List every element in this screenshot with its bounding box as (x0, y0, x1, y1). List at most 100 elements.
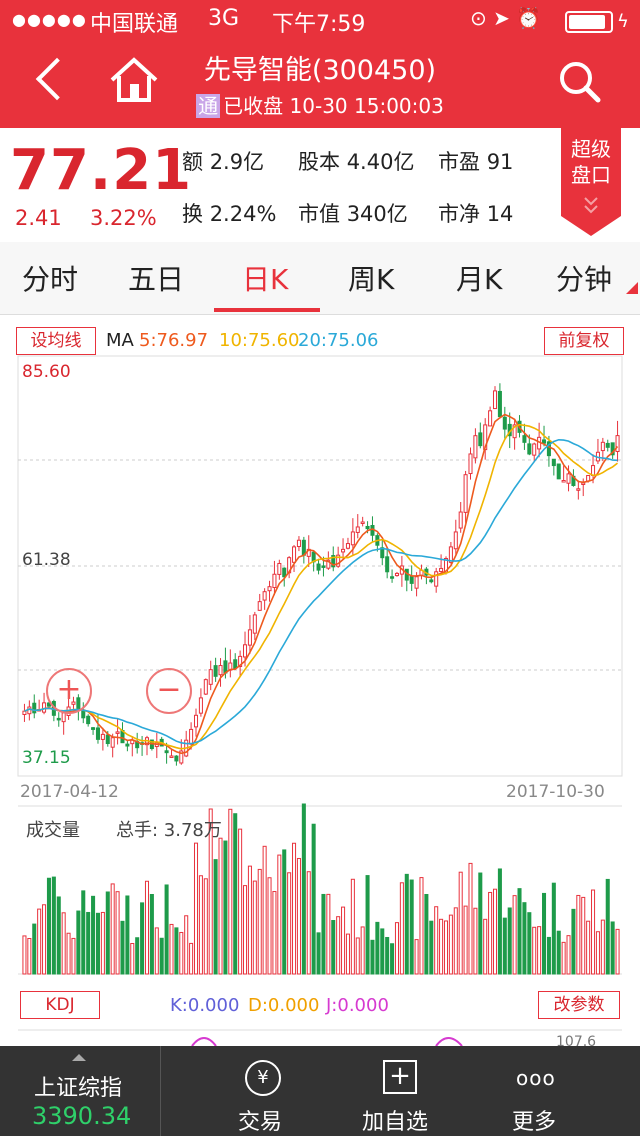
kline-chart[interactable] (0, 0, 640, 1136)
candle-body (292, 546, 297, 563)
candle-body (218, 665, 223, 676)
candle-body (110, 737, 115, 748)
candle-body (576, 488, 581, 491)
candle-body (532, 443, 537, 456)
kdj-k-value: K:0.000 (170, 995, 240, 1016)
volume-bar (434, 906, 439, 975)
candle-body (566, 473, 571, 484)
volume-bar (125, 895, 130, 975)
trade-icon[interactable]: ¥ (245, 1060, 281, 1096)
volume-bar (527, 912, 532, 975)
candle-body (252, 614, 257, 634)
volume-bar (135, 937, 140, 975)
volume-bar (463, 905, 468, 975)
candle-body (385, 556, 390, 573)
trade-button[interactable]: 交易 (238, 1104, 282, 1136)
zoom-in-button[interactable]: + (46, 668, 92, 714)
volume-bar (149, 894, 154, 975)
volume-bar (556, 930, 561, 975)
volume-bar (502, 917, 507, 975)
volume-bar (507, 907, 512, 975)
x-axis-start-date: 2017-04-12 (20, 782, 119, 802)
candle-body (86, 715, 91, 725)
volume-bar (144, 880, 150, 975)
volume-bar (468, 862, 473, 975)
candle-body (164, 750, 169, 754)
candle-body (600, 441, 605, 452)
volume-bar (159, 937, 164, 975)
volume-bar (296, 857, 301, 975)
candle-body (316, 563, 321, 571)
index-name[interactable]: 上证综指 (34, 1070, 122, 1102)
candle-body (522, 435, 527, 443)
volume-bar (140, 902, 145, 975)
volume-bar (115, 891, 120, 975)
volume-bar (27, 938, 32, 975)
candle-body (497, 390, 502, 418)
candle-body (414, 576, 419, 589)
volume-bar (198, 875, 203, 975)
volume-bar (448, 914, 453, 975)
volume-bar (326, 893, 331, 975)
candle-body (189, 728, 194, 745)
candle-body (439, 567, 444, 572)
candle-body (125, 743, 130, 747)
more-icon[interactable]: ooo (516, 1066, 556, 1090)
candle-body (213, 665, 218, 677)
candle-body (243, 644, 248, 658)
toolbar-divider (160, 1046, 161, 1136)
candle-body (198, 697, 203, 714)
volume-bar (439, 918, 444, 975)
candle-body (615, 435, 620, 453)
candle-body (581, 482, 586, 485)
add-watchlist-button[interactable]: 加自选 (362, 1104, 428, 1136)
volume-bar (350, 878, 355, 975)
candle-body (95, 727, 100, 740)
volume-label: 成交量 (26, 820, 80, 841)
candle-body (22, 710, 27, 715)
volume-bar (95, 912, 100, 975)
kdj-j-curve (435, 1037, 463, 1047)
volume-bar (120, 920, 125, 975)
volume-bar (331, 920, 336, 975)
volume-bar (238, 828, 243, 975)
volume-bar (223, 840, 228, 975)
volume-bar (213, 859, 218, 975)
volume-bar (517, 888, 522, 975)
volume-bar (537, 926, 542, 975)
volume-bar (424, 893, 429, 975)
candle-body (468, 453, 473, 475)
volume-bar (257, 868, 262, 975)
candle-body (277, 562, 282, 575)
volume-bar (605, 878, 610, 975)
volume-bar (218, 837, 223, 975)
volume-bar (203, 878, 208, 975)
change-params-button[interactable]: 改参数 (538, 991, 620, 1019)
kdj-button[interactable]: KDJ (20, 991, 100, 1019)
candle-body (345, 543, 350, 549)
volume-bar (22, 935, 27, 975)
collapse-arrow-icon[interactable] (72, 1054, 86, 1061)
candle-body (61, 712, 66, 723)
candle-body (478, 432, 483, 447)
candle-body (542, 439, 547, 444)
volume-bar (321, 893, 326, 975)
volume-bar (341, 906, 346, 975)
add-watchlist-icon[interactable]: + (383, 1060, 417, 1094)
volume-bar (512, 895, 517, 975)
zoom-out-button[interactable]: − (146, 668, 192, 714)
candle-body (115, 731, 120, 734)
candle-body (91, 727, 96, 730)
volume-bar (453, 907, 458, 975)
volume-bar (566, 935, 571, 975)
volume-bar (532, 926, 537, 975)
volume-bar (385, 936, 390, 975)
more-button[interactable]: 更多 (512, 1104, 556, 1136)
volume-bar (561, 941, 566, 975)
volume-bar (243, 885, 248, 975)
candle-body (561, 480, 566, 483)
volume-bar (429, 920, 434, 975)
candle-body (203, 679, 208, 695)
volume-bar (32, 923, 37, 975)
y-axis-low: 37.15 (22, 748, 71, 768)
